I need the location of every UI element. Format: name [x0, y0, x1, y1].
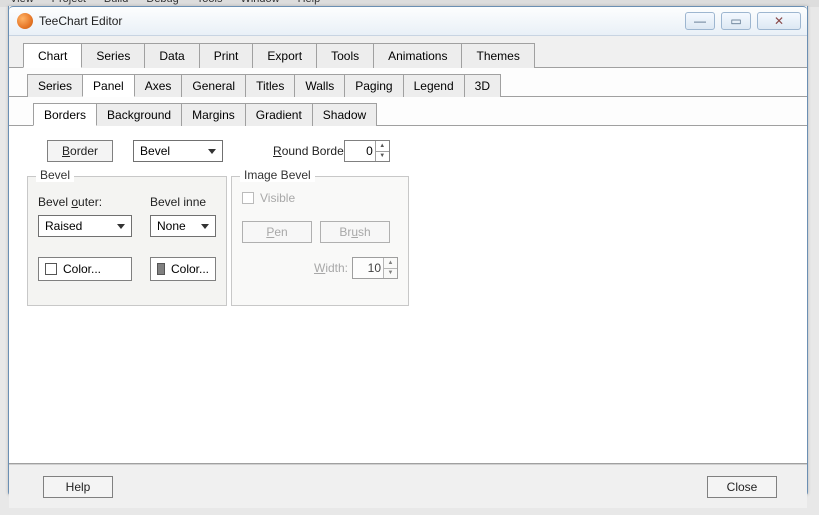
tab-animations[interactable]: Animations: [373, 43, 462, 68]
bevel-inner-color-button[interactable]: Color...: [150, 257, 216, 281]
round-border-label: Round Borde: [273, 144, 344, 158]
tab-themes[interactable]: Themes: [461, 43, 534, 68]
tab-sub-legend[interactable]: Legend: [403, 74, 465, 97]
tab-sub-panel[interactable]: Panel: [82, 74, 135, 97]
tab-export[interactable]: Export: [252, 43, 317, 68]
tab-sub-walls[interactable]: Walls: [294, 74, 345, 97]
spin-up-icon: ▲: [384, 258, 397, 269]
bevel-inner-dropdown[interactable]: None: [150, 215, 216, 237]
titlebar: TeeChart Editor — ▭ ✕: [9, 6, 807, 36]
bevel-dropdown[interactable]: Bevel: [133, 140, 223, 162]
tab-shadow[interactable]: Shadow: [312, 103, 377, 126]
round-border-spinner[interactable]: ▲▼: [344, 140, 390, 162]
border-button[interactable]: Border: [47, 140, 113, 162]
help-button[interactable]: Help: [43, 476, 113, 498]
image-visible-label: Visible: [260, 191, 295, 205]
tab-sub-3d[interactable]: 3D: [464, 74, 501, 97]
app-icon: [17, 13, 33, 29]
brush-button[interactable]: Brush: [320, 221, 390, 243]
tab-background[interactable]: Background: [96, 103, 182, 126]
window-title: TeeChart Editor: [39, 14, 122, 28]
bevel-inner-label: Bevel inne: [150, 195, 216, 209]
spin-down-icon: ▼: [384, 269, 397, 279]
tabs-sub: Series Panel Axes General Titles Walls P…: [9, 68, 807, 97]
close-button[interactable]: ✕: [757, 12, 801, 30]
tab-chart[interactable]: Chart: [23, 43, 82, 68]
width-label: Width:: [314, 261, 348, 275]
bevel-outer-label: Bevel outer:: [38, 195, 132, 209]
bevel-legend: Bevel: [36, 168, 74, 182]
maximize-button[interactable]: ▭: [721, 12, 751, 30]
tab-gradient[interactable]: Gradient: [245, 103, 313, 126]
dialog-footer: Help Close: [9, 464, 807, 508]
tab-series[interactable]: Series: [81, 43, 145, 68]
spin-down-icon: ▼: [376, 152, 389, 162]
checkbox-box-icon: [242, 192, 254, 204]
tab-print[interactable]: Print: [199, 43, 254, 68]
bevel-group: Bevel Bevel outer: Raised Color... Bevel…: [27, 176, 227, 306]
tabs-sub2: Borders Background Margins Gradient Shad…: [9, 97, 807, 126]
round-border-value[interactable]: [345, 141, 375, 161]
width-value[interactable]: [353, 258, 383, 278]
image-bevel-group: Image Bevel Visible Pen Brush Width: ▲▼: [231, 176, 409, 306]
color-swatch-icon: [45, 263, 57, 275]
pen-button[interactable]: Pen: [242, 221, 312, 243]
tab-sub-paging[interactable]: Paging: [344, 74, 403, 97]
content-area: Border Bevel Round Borde ▲▼ Bevel Bevel …: [9, 126, 807, 464]
width-spinner[interactable]: ▲▼: [352, 257, 398, 279]
image-visible-checkbox[interactable]: Visible: [242, 191, 295, 205]
tab-data[interactable]: Data: [144, 43, 199, 68]
minimize-button[interactable]: —: [685, 12, 715, 30]
tab-borders[interactable]: Borders: [33, 103, 97, 126]
tab-margins[interactable]: Margins: [181, 103, 246, 126]
tab-sub-general[interactable]: General: [181, 74, 246, 97]
color-swatch-icon: [157, 263, 165, 275]
spin-up-icon: ▲: [376, 141, 389, 152]
tab-sub-titles[interactable]: Titles: [245, 74, 295, 97]
teechart-editor-dialog: TeeChart Editor — ▭ ✕ Chart Series Data …: [8, 6, 808, 496]
tab-sub-series[interactable]: Series: [27, 74, 83, 97]
tab-tools[interactable]: Tools: [316, 43, 374, 68]
close-dialog-button[interactable]: Close: [707, 476, 777, 498]
tabs-main: Chart Series Data Print Export Tools Ani…: [9, 36, 807, 68]
tab-sub-axes[interactable]: Axes: [134, 74, 183, 97]
image-bevel-legend: Image Bevel: [240, 168, 315, 182]
bevel-outer-color-button[interactable]: Color...: [38, 257, 132, 281]
bevel-outer-dropdown[interactable]: Raised: [38, 215, 132, 237]
